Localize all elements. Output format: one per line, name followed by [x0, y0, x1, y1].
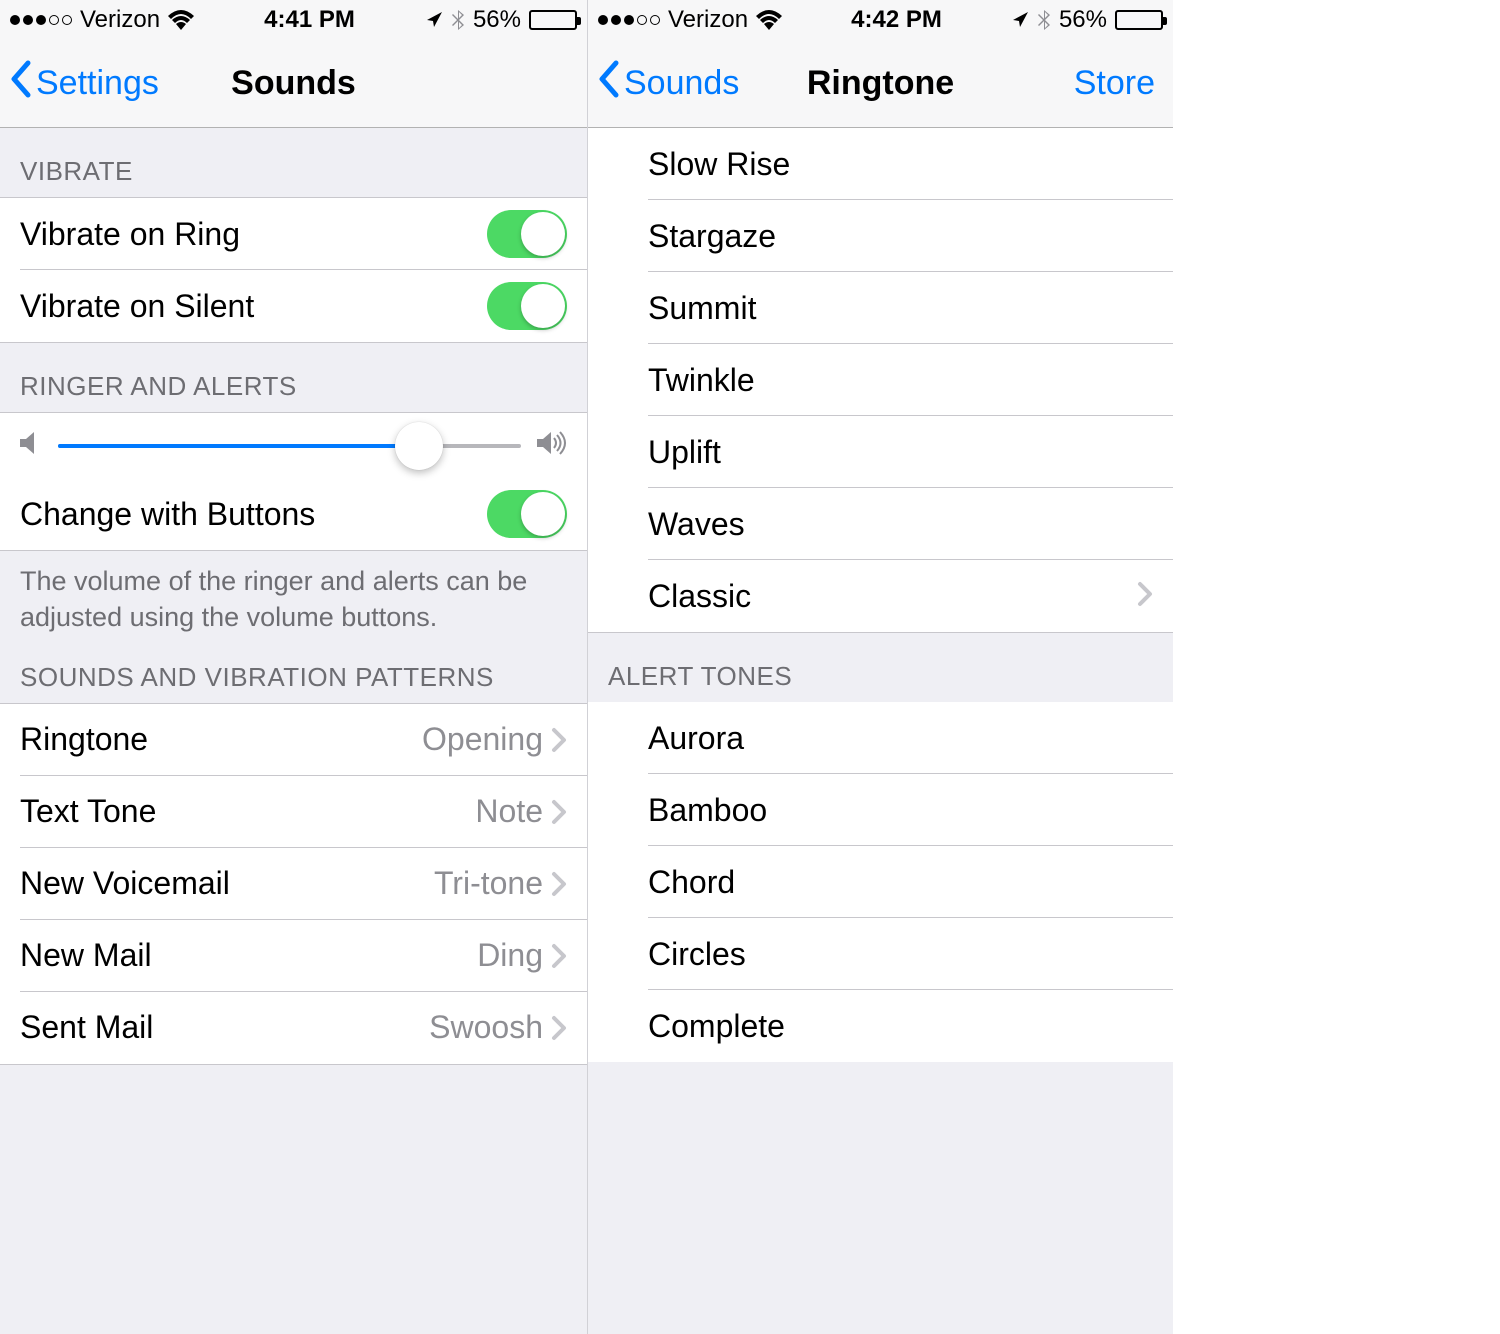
alert-tone-row[interactable]: Aurora [588, 702, 1173, 774]
row-label: Classic [648, 578, 1137, 615]
clock: 4:41 PM [264, 6, 355, 34]
alert-tone-row[interactable]: Chord [588, 846, 1173, 918]
change-buttons-group: Change with Buttons [0, 478, 587, 551]
signal-strength-icon [10, 15, 72, 25]
section-header-alert-tones: ALERT TONES [588, 633, 1173, 702]
carrier-label: Verizon [668, 6, 748, 34]
ringtone-label: Uplift [648, 434, 1153, 471]
ringtone-row[interactable]: Summit [588, 272, 1173, 344]
wifi-icon [756, 10, 782, 30]
alert-tone-label: Bamboo [648, 792, 1153, 829]
ringtones-list: Slow Rise Stargaze Summit Twinkle Uplift Wave… [588, 128, 1173, 633]
row-label: Sent Mail [20, 1009, 429, 1046]
row-label: New Mail [20, 937, 477, 974]
signal-strength-icon [598, 15, 660, 25]
sound-pattern-row[interactable]: New VoicemailTri-tone [0, 848, 587, 920]
vibrate-on-silent-toggle[interactable] [487, 282, 567, 330]
chevron-right-icon [551, 871, 567, 897]
wifi-icon [168, 10, 194, 30]
row-value: Tri-tone [434, 865, 543, 902]
alert-tones-list: Aurora Bamboo Chord Circles Complete [588, 702, 1173, 1062]
battery-icon [529, 10, 577, 30]
alert-tone-row[interactable]: Complete [588, 990, 1173, 1062]
sound-pattern-row[interactable]: Text ToneNote [0, 776, 587, 848]
volume-high-icon [537, 431, 567, 460]
status-bar: Verizon 4:41 PM 56% [0, 0, 587, 40]
row-label: Vibrate on Silent [20, 288, 487, 325]
volume-low-icon [20, 431, 42, 460]
sound-pattern-row[interactable]: RingtoneOpening [0, 704, 587, 776]
bluetooth-icon [1037, 9, 1051, 31]
row-label: Text Tone [20, 793, 475, 830]
bluetooth-icon [451, 9, 465, 31]
chevron-left-icon [8, 60, 32, 107]
row-label: Vibrate on Ring [20, 216, 487, 253]
battery-pct: 56% [1059, 6, 1107, 34]
nav-bar: Settings Sounds [0, 40, 587, 128]
nav-bar: Sounds Ringtone Store [588, 40, 1173, 128]
section-header-patterns: SOUNDS AND VIBRATION PATTERNS [0, 644, 587, 703]
carrier-label: Verizon [80, 6, 160, 34]
ringtone-label: Waves [648, 506, 1153, 543]
vibrate-group: Vibrate on Ring Vibrate on Silent [0, 197, 587, 343]
ringtone-label: Twinkle [648, 362, 1153, 399]
chevron-right-icon [1137, 581, 1153, 612]
battery-pct: 56% [473, 6, 521, 34]
sound-patterns-group: RingtoneOpeningText ToneNoteNew Voicemai… [0, 703, 587, 1065]
chevron-right-icon [551, 943, 567, 969]
chevron-right-icon [551, 727, 567, 753]
row-label: New Voicemail [20, 865, 434, 902]
back-button[interactable]: Sounds [588, 60, 739, 107]
row-value: Ding [477, 937, 543, 974]
sound-pattern-row[interactable]: New MailDing [0, 920, 587, 992]
back-label: Sounds [624, 64, 739, 103]
row-value: Swoosh [429, 1009, 543, 1046]
change-with-buttons-row[interactable]: Change with Buttons [0, 478, 587, 550]
back-label: Settings [36, 64, 159, 103]
change-with-buttons-toggle[interactable] [487, 490, 567, 538]
section-footer: The volume of the ringer and alerts can … [0, 551, 587, 644]
ringtone-label: Slow Rise [648, 146, 1153, 183]
classic-ringtones-row[interactable]: Classic [588, 560, 1173, 632]
alert-tone-label: Aurora [648, 720, 1153, 757]
alert-tone-row[interactable]: Circles [588, 918, 1173, 990]
ringtone-picker-screen: Verizon 4:42 PM 56% Sounds Ringtone Stor… [587, 0, 1173, 1334]
ringtone-row[interactable]: Uplift [588, 416, 1173, 488]
ringtone-label: Summit [648, 290, 1153, 327]
alert-tone-label: Chord [648, 864, 1153, 901]
back-button[interactable]: Settings [0, 60, 159, 107]
alert-tone-row[interactable]: Bamboo [588, 774, 1173, 846]
alert-tone-label: Complete [648, 1008, 1153, 1045]
ringtone-row[interactable]: Slow Rise [588, 128, 1173, 200]
vibrate-on-ring-toggle[interactable] [487, 210, 567, 258]
section-header-vibrate: VIBRATE [0, 128, 587, 197]
row-label: Change with Buttons [20, 496, 487, 533]
chevron-right-icon [551, 1015, 567, 1041]
row-label: Ringtone [20, 721, 422, 758]
vibrate-on-silent-row[interactable]: Vibrate on Silent [0, 270, 587, 342]
vibrate-on-ring-row[interactable]: Vibrate on Ring [0, 198, 587, 270]
store-button[interactable]: Store [1074, 64, 1155, 103]
volume-slider-row [0, 412, 587, 478]
ringtone-row[interactable]: Waves [588, 488, 1173, 560]
alert-tone-label: Circles [648, 936, 1153, 973]
section-header-ringer: RINGER AND ALERTS [0, 343, 587, 412]
ringtone-label: Stargaze [648, 218, 1153, 255]
clock: 4:42 PM [851, 6, 942, 34]
volume-slider[interactable] [58, 444, 521, 448]
ringtone-row[interactable]: Twinkle [588, 344, 1173, 416]
row-value: Note [475, 793, 543, 830]
location-icon [1011, 11, 1029, 29]
ringtone-row[interactable]: Stargaze [588, 200, 1173, 272]
row-value: Opening [422, 721, 543, 758]
chevron-right-icon [551, 799, 567, 825]
battery-icon [1115, 10, 1163, 30]
sounds-settings-screen: Verizon 4:41 PM 56% Settings Sounds VI [0, 0, 587, 1334]
sound-pattern-row[interactable]: Sent MailSwoosh [0, 992, 587, 1064]
location-icon [425, 11, 443, 29]
status-bar: Verizon 4:42 PM 56% [588, 0, 1173, 40]
chevron-left-icon [596, 60, 620, 107]
